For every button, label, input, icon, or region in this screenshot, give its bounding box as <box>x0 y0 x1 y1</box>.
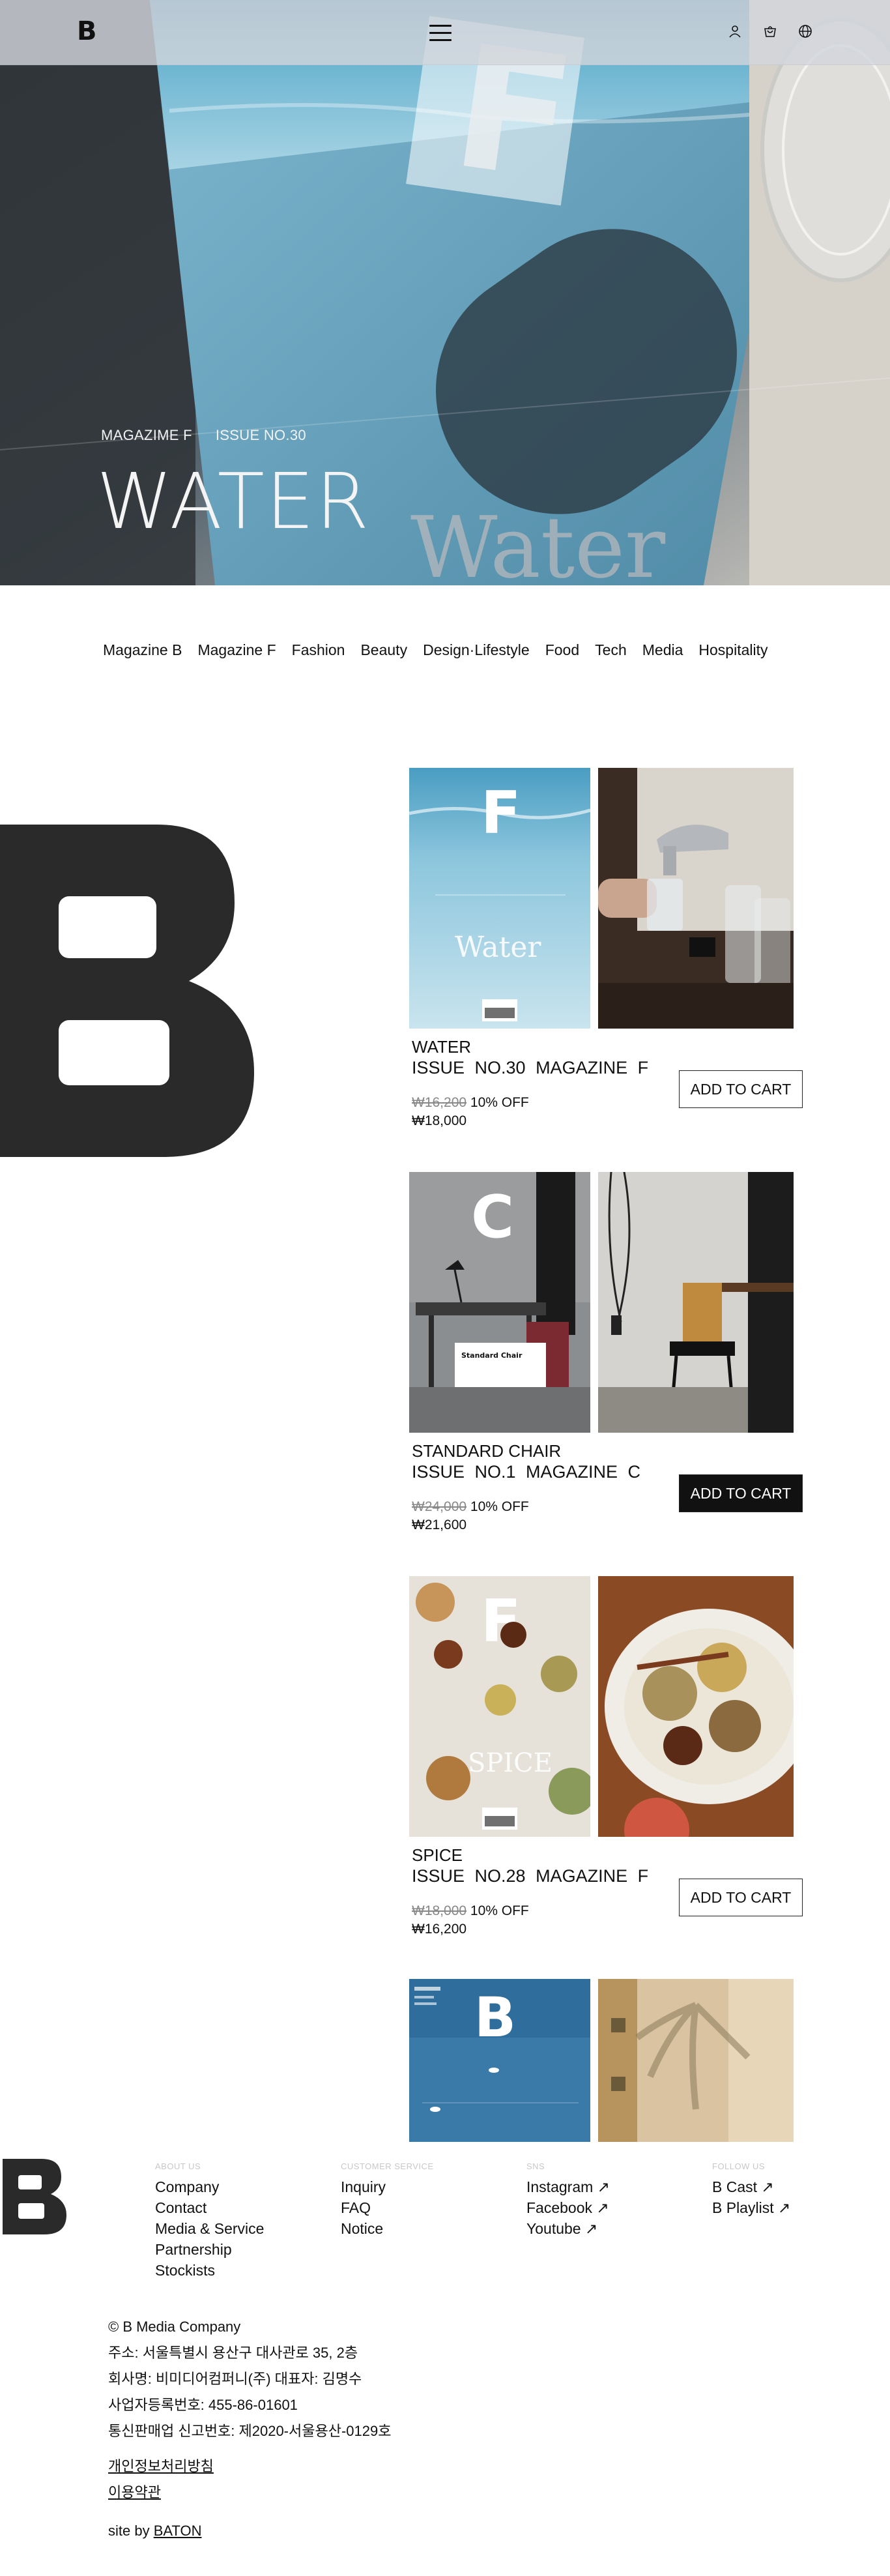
hero-title: WATER <box>96 456 371 546</box>
product-photo-image[interactable] <box>598 768 794 1029</box>
cover-letter: B <box>474 1985 516 2049</box>
category-hospitality[interactable]: Hospitality <box>698 641 768 659</box>
product-price: ₩21,600 <box>412 1517 467 1532</box>
product-title[interactable]: WATER <box>412 1036 803 1057</box>
cover-letter: C <box>471 1183 514 1251</box>
footer-company-name: 회사명: 비미디어컴퍼니(주) 대표자: 김명수 <box>108 2371 362 2387</box>
footer-column-sns: SNS Instagram ↗ Facebook ↗ Youtube ↗ <box>526 2161 610 2239</box>
cover-label: Standard Chair <box>461 1351 523 1360</box>
footer-link-notice[interactable]: Notice <box>341 2218 434 2239</box>
big-b-logo <box>0 825 254 1157</box>
add-to-cart-button[interactable]: ADD TO CART <box>679 1070 803 1108</box>
product-title[interactable]: SPICE <box>412 1845 803 1866</box>
product-images: F SPICE <box>409 1576 794 1837</box>
product-price: ₩16,200 <box>412 1922 467 1937</box>
footer-heading: CUSTOMER SERVICE <box>341 2161 434 2171</box>
product-old-price: ₩24,000 <box>412 1499 467 1514</box>
footer-heading: SNS <box>526 2161 545 2171</box>
hamburger-menu-icon[interactable] <box>429 23 454 42</box>
product-photo-image[interactable] <box>598 1576 794 1837</box>
product-price: ₩18,000 <box>412 1113 467 1128</box>
footer-link-instagram[interactable]: Instagram ↗ <box>526 2176 610 2197</box>
product-info: WATER ISSUE NO.30 MAGAZINE F ₩16,200 10%… <box>412 1036 803 1130</box>
site-by-prefix: site by <box>108 2523 154 2539</box>
product-info: STANDARD CHAIR ISSUE NO.1 MAGAZINE C ₩24… <box>412 1441 803 1534</box>
category-media[interactable]: Media <box>642 641 683 659</box>
footer-heading: ABOUT US <box>155 2161 201 2171</box>
product-cover-image[interactable]: F SPICE <box>409 1576 590 1837</box>
footer-address: 주소: 서울특별시 용산구 대사관로 35, 2층 <box>108 2345 358 2361</box>
globe-icon[interactable] <box>797 23 813 39</box>
footer-link-youtube[interactable]: Youtube ↗ <box>526 2218 610 2239</box>
footer-link-media-service[interactable]: Media & Service <box>155 2218 264 2239</box>
product-photo-image[interactable] <box>598 1979 794 2142</box>
add-to-cart-button[interactable]: ADD TO CART <box>679 1474 803 1512</box>
footer-logo[interactable] <box>3 2159 66 2234</box>
product-cover-image[interactable]: B <box>409 1979 590 2142</box>
hero-banner[interactable]: F Water MAGAZIME F ISSUE NO.30 WATER <box>0 0 890 585</box>
product-old-price: ₩18,000 <box>412 1903 467 1918</box>
product-title[interactable]: STANDARD CHAIR <box>412 1441 803 1461</box>
footer-ecommerce-number: 통신판매업 신고번호: 제2020-서울용산-0129호 <box>108 2423 392 2439</box>
privacy-policy-link[interactable]: 개인정보처리방침 <box>108 2453 214 2480</box>
category-fashion[interactable]: Fashion <box>292 641 345 659</box>
category-nav: Magazine B Magazine F Fashion Beauty Des… <box>103 641 768 659</box>
product-old-price: ₩16,200 <box>412 1095 467 1110</box>
cover-script: Water <box>455 931 541 964</box>
category-magazine-f[interactable]: Magazine F <box>197 641 276 659</box>
footer-column-follow: FOLLOW US B Cast ↗ B Playlist ↗ <box>712 2161 790 2218</box>
footer-link-b-cast[interactable]: B Cast ↗ <box>712 2176 790 2197</box>
product-card-partial[interactable]: B <box>409 1979 803 2142</box>
footer-link-partnership[interactable]: Partnership <box>155 2239 264 2260</box>
category-design-lifestyle[interactable]: Design·Lifestyle <box>423 641 530 659</box>
product-discount: 10% OFF <box>470 1095 529 1110</box>
footer-link-b-playlist[interactable]: B Playlist ↗ <box>712 2197 790 2218</box>
category-beauty[interactable]: Beauty <box>360 641 407 659</box>
hero-magazine: MAGAZIME F <box>101 427 192 443</box>
site-logo[interactable]: B <box>77 18 100 44</box>
footer-column-about: ABOUT US Company Contact Media & Service… <box>155 2161 264 2281</box>
footer-business-number: 사업자등록번호: 455-86-01601 <box>108 2397 298 2413</box>
terms-link[interactable]: 이용약관 <box>108 2480 214 2506</box>
footer-site-credit: site by BATON <box>108 2521 201 2541</box>
product-cover-image[interactable]: C Standard Chair <box>409 1172 590 1433</box>
category-food[interactable]: Food <box>545 641 579 659</box>
footer-link-inquiry[interactable]: Inquiry <box>341 2176 434 2197</box>
product-images: C Standard Chair <box>409 1172 794 1433</box>
cover-script: SPICE <box>468 1748 553 1778</box>
product-discount: 10% OFF <box>470 1499 529 1514</box>
site-by-link[interactable]: BATON <box>154 2523 202 2539</box>
category-magazine-b[interactable]: Magazine B <box>103 641 182 659</box>
footer-link-stockists[interactable]: Stockists <box>155 2260 264 2281</box>
product-discount: 10% OFF <box>470 1903 529 1918</box>
footer-link-facebook[interactable]: Facebook ↗ <box>526 2197 610 2218</box>
footer-link-contact[interactable]: Contact <box>155 2197 264 2218</box>
footer-copyright: © B Media Company <box>108 2319 241 2335</box>
product-images: B <box>409 1979 794 2142</box>
footer-link-faq[interactable]: FAQ <box>341 2197 434 2218</box>
product-photo-image[interactable] <box>598 1172 794 1433</box>
add-to-cart-button[interactable]: ADD TO CART <box>679 1879 803 1916</box>
product-images: F Water <box>409 768 794 1029</box>
category-tech[interactable]: Tech <box>595 641 627 659</box>
footer-heading: FOLLOW US <box>712 2161 766 2171</box>
footer-policy-links: 개인정보처리방침 이용약관 <box>108 2453 214 2506</box>
user-icon[interactable] <box>727 23 743 39</box>
footer-column-customer-service: CUSTOMER SERVICE Inquiry FAQ Notice <box>341 2161 434 2239</box>
product-cover-image[interactable]: F Water <box>409 768 590 1029</box>
cart-icon[interactable] <box>762 23 778 39</box>
hero-issue: ISSUE NO.30 <box>215 427 306 443</box>
product-info: SPICE ISSUE NO.28 MAGAZINE F ₩18,000 10%… <box>412 1845 803 1939</box>
cover-letter: F <box>481 779 521 847</box>
hero-meta: MAGAZIME F ISSUE NO.30 <box>101 427 306 444</box>
footer-company-info: © B Media Company 주소: 서울특별시 용산구 대사관로 35,… <box>108 2314 391 2444</box>
hero-cover-script: Water <box>410 498 666 585</box>
site-header: B <box>0 0 890 65</box>
footer-link-company[interactable]: Company <box>155 2176 264 2197</box>
